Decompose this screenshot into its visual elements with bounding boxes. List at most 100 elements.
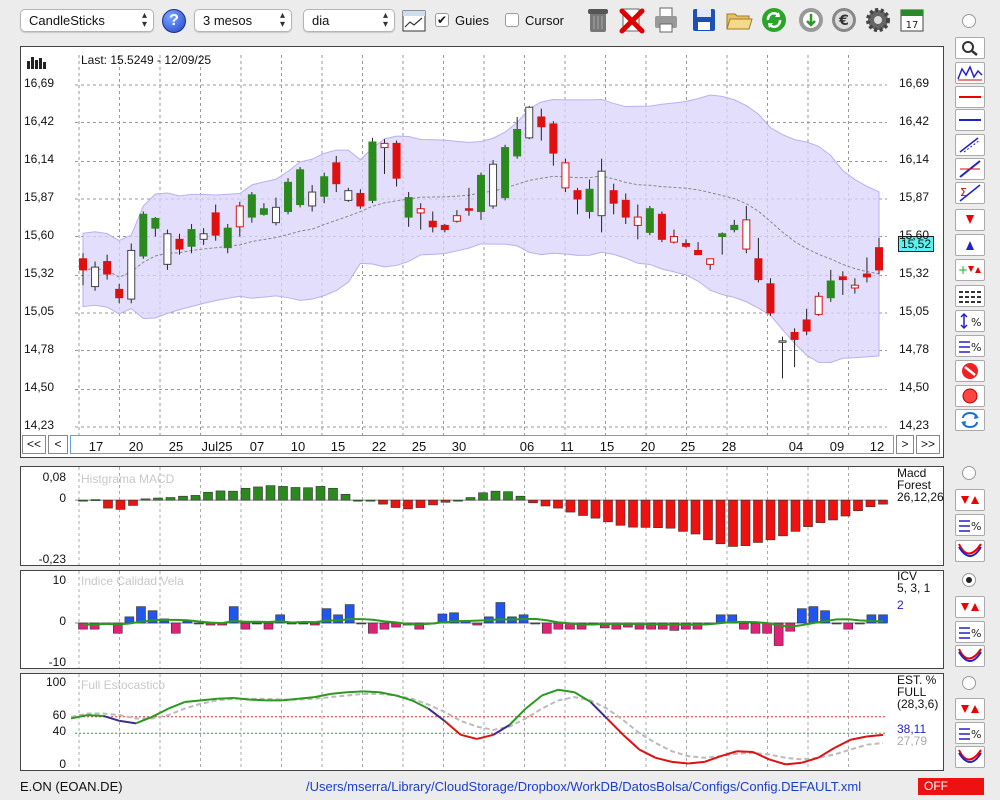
macd-bar <box>278 486 288 501</box>
record-button[interactable] <box>955 385 985 407</box>
y-tick-left: 15,32 <box>24 266 55 281</box>
stoch-k-segment <box>801 756 819 764</box>
icv-curve-button[interactable] <box>955 645 985 667</box>
candle <box>657 213 666 240</box>
icv-bar <box>368 622 378 634</box>
fibonacci-tool-button[interactable]: Σ <box>955 182 985 204</box>
nav-next-button[interactable]: > <box>896 435 914 454</box>
icv-bar <box>530 622 540 625</box>
nav-first-button[interactable]: << <box>22 435 46 454</box>
macd-bar <box>203 491 213 501</box>
stoch-panel-radio[interactable] <box>962 676 976 690</box>
icv-bar <box>750 622 761 634</box>
candle <box>802 319 811 332</box>
x-tick: 20 <box>128 439 144 454</box>
x-tick: 25 <box>168 439 184 454</box>
macd-percent-button[interactable]: % <box>955 514 985 536</box>
candle <box>115 288 124 299</box>
macd-bar <box>165 497 176 501</box>
y-tick-right: 14,78 <box>899 341 930 356</box>
stoch-curve-button[interactable] <box>955 746 985 768</box>
cursor-label: Cursor <box>525 13 565 28</box>
channel-tool-button[interactable] <box>955 134 985 156</box>
blue-line-icon <box>959 119 981 121</box>
macd-panel-radio[interactable] <box>962 466 976 480</box>
chart-type-select[interactable]: CandleSticks ▴ ▾ <box>20 9 154 32</box>
macd-bar <box>665 499 676 529</box>
calendar-icon[interactable]: 17 <box>900 8 924 32</box>
stoch-k-segment <box>850 735 867 741</box>
icv-signals-button[interactable] <box>955 596 985 618</box>
y-tick-right: 14,23 <box>899 418 930 432</box>
candle <box>778 340 787 343</box>
chart-settings-icon[interactable] <box>402 10 426 32</box>
candle <box>440 224 449 231</box>
macd-curve-button[interactable] <box>955 540 985 562</box>
period-value: 3 mesos <box>203 13 253 28</box>
cursor-checkbox[interactable] <box>505 13 519 27</box>
stoch-percent-button[interactable]: % <box>955 722 985 744</box>
price-panel: Last: 15.5249 - 12/09/25 15,52 <box>20 46 944 458</box>
magnifier-icon <box>962 41 978 56</box>
y-tick-right: 16,42 <box>899 113 930 128</box>
macd-legend: Macd Forest 26,12,26 <box>897 467 944 503</box>
folder-icon[interactable] <box>725 6 753 34</box>
mode-status-badge[interactable]: OFF <box>918 778 984 795</box>
price-panel-radio[interactable] <box>962 14 976 28</box>
nav-last-button[interactable]: >> <box>916 435 940 454</box>
nav-prev-button[interactable]: < <box>48 435 68 454</box>
candle <box>223 227 232 249</box>
euro-icon[interactable]: € <box>830 6 858 34</box>
download-icon[interactable] <box>797 6 825 34</box>
add-signal-button[interactable]: + <box>955 259 985 281</box>
icv-percent-button[interactable]: % <box>955 621 985 643</box>
period-select[interactable]: 3 mesos ▴ ▾ <box>194 9 292 32</box>
macd-bar <box>465 497 476 501</box>
printer-icon[interactable] <box>652 6 680 34</box>
macd-bar <box>215 490 226 501</box>
horizontal-blue-line-button[interactable] <box>955 109 985 131</box>
sync-button[interactable] <box>955 409 985 431</box>
grid-lines-button[interactable] <box>955 285 985 307</box>
icv-bar <box>855 622 865 625</box>
macd-y-tick: 0 <box>59 491 66 506</box>
candle <box>633 216 642 226</box>
delete-icon[interactable] <box>618 6 646 34</box>
icv-panel-radio[interactable] <box>962 573 976 587</box>
macd-bar <box>428 499 438 506</box>
refresh-icon[interactable] <box>760 6 788 34</box>
config-path-link[interactable]: /Users/mserra/Library/CloudStorage/Dropb… <box>306 779 861 794</box>
timeline-scrollbar[interactable]: 17 20 25 Jul25 07 10 15 22 25 30 06 11 15 20 25 28 04 09 1… <box>70 435 894 454</box>
arrow-up-blue-icon <box>966 241 974 250</box>
candle <box>838 276 847 281</box>
save-icon[interactable] <box>690 6 718 34</box>
icv-bar <box>831 622 842 625</box>
stoch-k-segment <box>525 694 543 710</box>
candle <box>271 206 280 224</box>
horizontal-red-line-button[interactable] <box>955 86 985 108</box>
macd-bar <box>753 499 763 543</box>
trash-icon[interactable] <box>584 6 612 34</box>
help-icon[interactable]: ? <box>162 9 186 33</box>
percent-lines-button[interactable]: % <box>955 335 985 357</box>
trendline-tool-button[interactable] <box>955 158 985 180</box>
interval-select[interactable]: dia ▴ ▾ <box>303 9 395 32</box>
sell-signal-button[interactable] <box>955 209 985 231</box>
candle <box>356 192 365 207</box>
macd-bar <box>715 499 726 545</box>
zoom-button[interactable] <box>955 37 985 59</box>
price-chart-tool-button[interactable] <box>955 62 985 84</box>
candlestick-chart[interactable] <box>21 47 943 435</box>
stoch-signals-button[interactable] <box>955 698 985 720</box>
guides-checkbox[interactable]: ✔ <box>435 13 449 27</box>
icv-bar <box>797 608 807 624</box>
percent-range-button[interactable]: % <box>955 310 985 332</box>
macd-signals-button[interactable] <box>955 489 985 511</box>
clear-drawings-button[interactable] <box>955 360 985 382</box>
buy-signal-button[interactable] <box>955 234 985 256</box>
candle <box>392 142 401 179</box>
x-tick: 12 <box>869 439 885 454</box>
gear-icon[interactable] <box>864 6 892 34</box>
chevron-updown-icon: ▴ ▾ <box>141 10 147 30</box>
stoch-y-tick: 40 <box>52 724 66 739</box>
